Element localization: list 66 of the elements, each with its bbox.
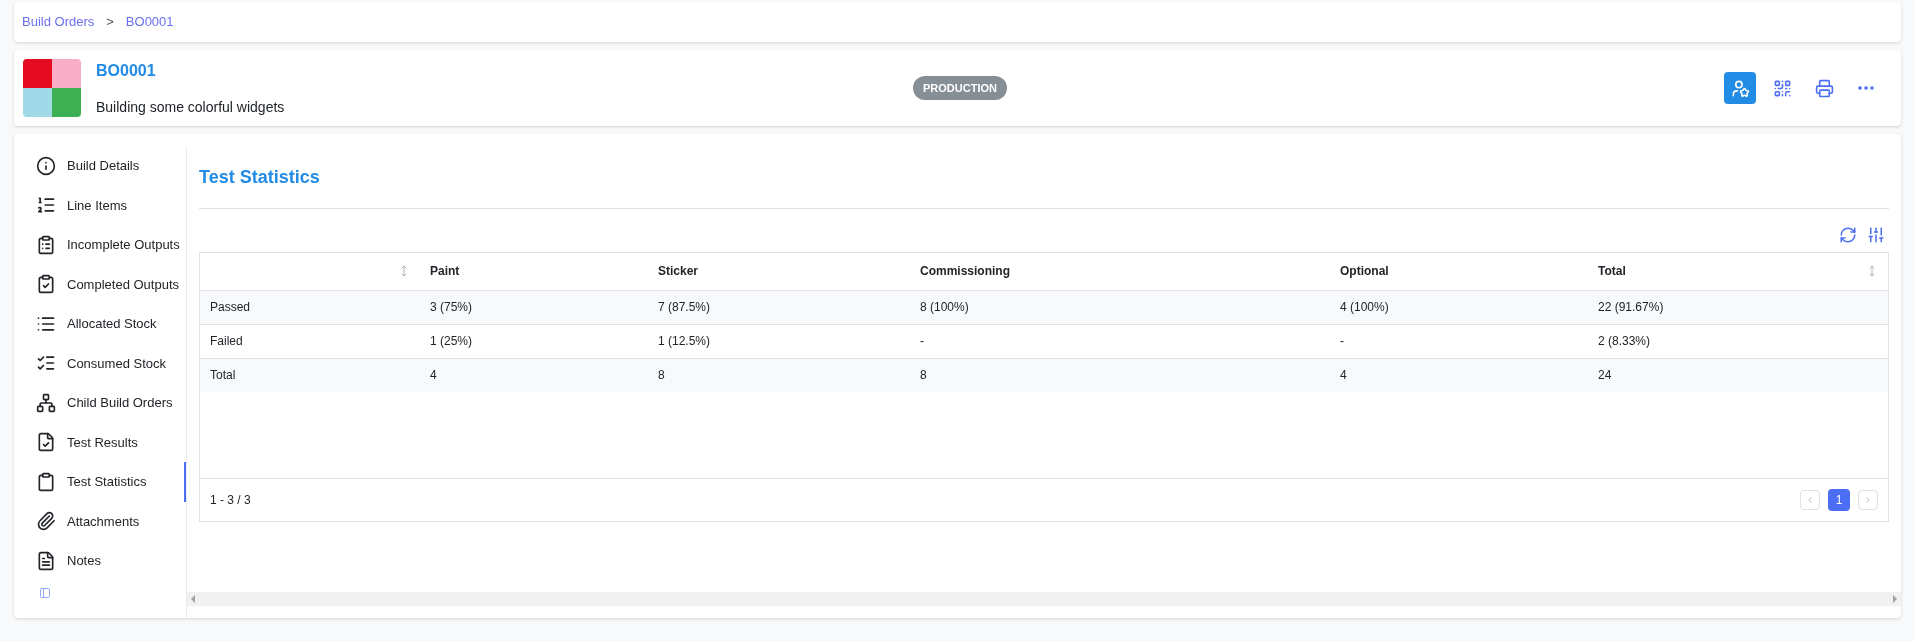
sidebar-tab[interactable]: Child Build Orders [36,383,186,423]
print-icon [1814,78,1834,98]
table-cell: 3 (75%) [420,290,648,324]
page-button[interactable]: 1 [1828,489,1850,511]
refresh-icon[interactable] [1839,226,1857,244]
clipboard-check-icon [36,274,56,295]
record-count: 1 - 3 / 3 [210,492,251,509]
info-icon [36,155,56,176]
column-header[interactable]: Total [1588,253,1888,290]
table-cell: - [1330,324,1588,358]
thumbnail-drawing [23,59,81,117]
table-cell: 4 (100%) [1330,290,1588,324]
breadcrumb-link[interactable]: BO0001 [125,12,174,32]
collapse-sidebar-icon[interactable] [39,586,51,599]
sidebar-tab[interactable]: Allocated Stock [36,304,186,344]
column-header[interactable]: Optional [1330,253,1588,290]
clipboard-icon [36,471,56,492]
table-cell: Failed [200,324,420,358]
column-header[interactable]: Sticker [648,253,910,290]
chevron-right-icon [1863,495,1873,505]
horizontal-scrollbar[interactable] [187,592,1901,606]
qr-code-icon [1772,78,1792,98]
sidebar-tab[interactable]: Line Items [36,185,186,225]
document-check-icon [36,432,56,453]
column-header[interactable]: Paint [420,253,648,290]
sidebar-tab[interactable]: Consumed Stock [36,343,186,383]
user-star-icon [1730,78,1750,98]
panel-title: Test Statistics [199,164,1889,209]
document-icon [36,550,56,571]
more-icon [1858,86,1874,90]
sidebar-tab[interactable]: Test Statistics [36,462,186,502]
table-cell: 4 [420,358,648,392]
table-cell: 8 [648,358,910,392]
chevron-left-icon [1805,495,1815,505]
sidebar-tab[interactable]: Attachments [36,501,186,541]
breadcrumb-link[interactable]: Build Orders [22,12,95,32]
status-badge: PRODUCTION [913,75,1007,101]
paperclip-icon [36,511,56,532]
previous-page-button[interactable] [1800,490,1820,510]
table-cell: 2 (8.33%) [1588,324,1888,358]
sidebar-tab[interactable]: Test Results [36,422,186,462]
table-cell: - [910,324,1330,358]
filter-settings-icon[interactable] [1867,226,1885,244]
table-cell: Passed [200,290,420,324]
sidebar-tab[interactable]: Build Details [36,146,186,186]
clipboard-list-icon [36,234,56,255]
hierarchy-icon [36,392,56,413]
table-cell: 7 (87.5%) [648,290,910,324]
numbered-list-icon [36,195,56,216]
sidebar-tab[interactable]: Incomplete Outputs [36,225,186,265]
breadcrumb-separator: > [106,13,114,32]
table-cell: 8 (100%) [910,290,1330,324]
table-cell: 4 [1330,358,1588,392]
table-cell: 24 [1588,358,1888,392]
next-page-button[interactable] [1858,490,1878,510]
order-title: BO0001 [96,60,157,81]
table-cell: 8 [910,358,1330,392]
table-cell: 22 (91.67%) [1588,290,1888,324]
sidebar-tab[interactable]: Completed Outputs [36,264,186,304]
order-description: Building some colorful widgets [96,97,286,117]
table-cell: 1 (12.5%) [648,324,910,358]
column-header[interactable]: Commissioning [910,253,1330,290]
sidebar-tab[interactable]: Notes [36,541,186,581]
table-cell: 1 (25%) [420,324,648,358]
table-cell: Total [200,358,420,392]
action-button[interactable] [1724,72,1756,104]
